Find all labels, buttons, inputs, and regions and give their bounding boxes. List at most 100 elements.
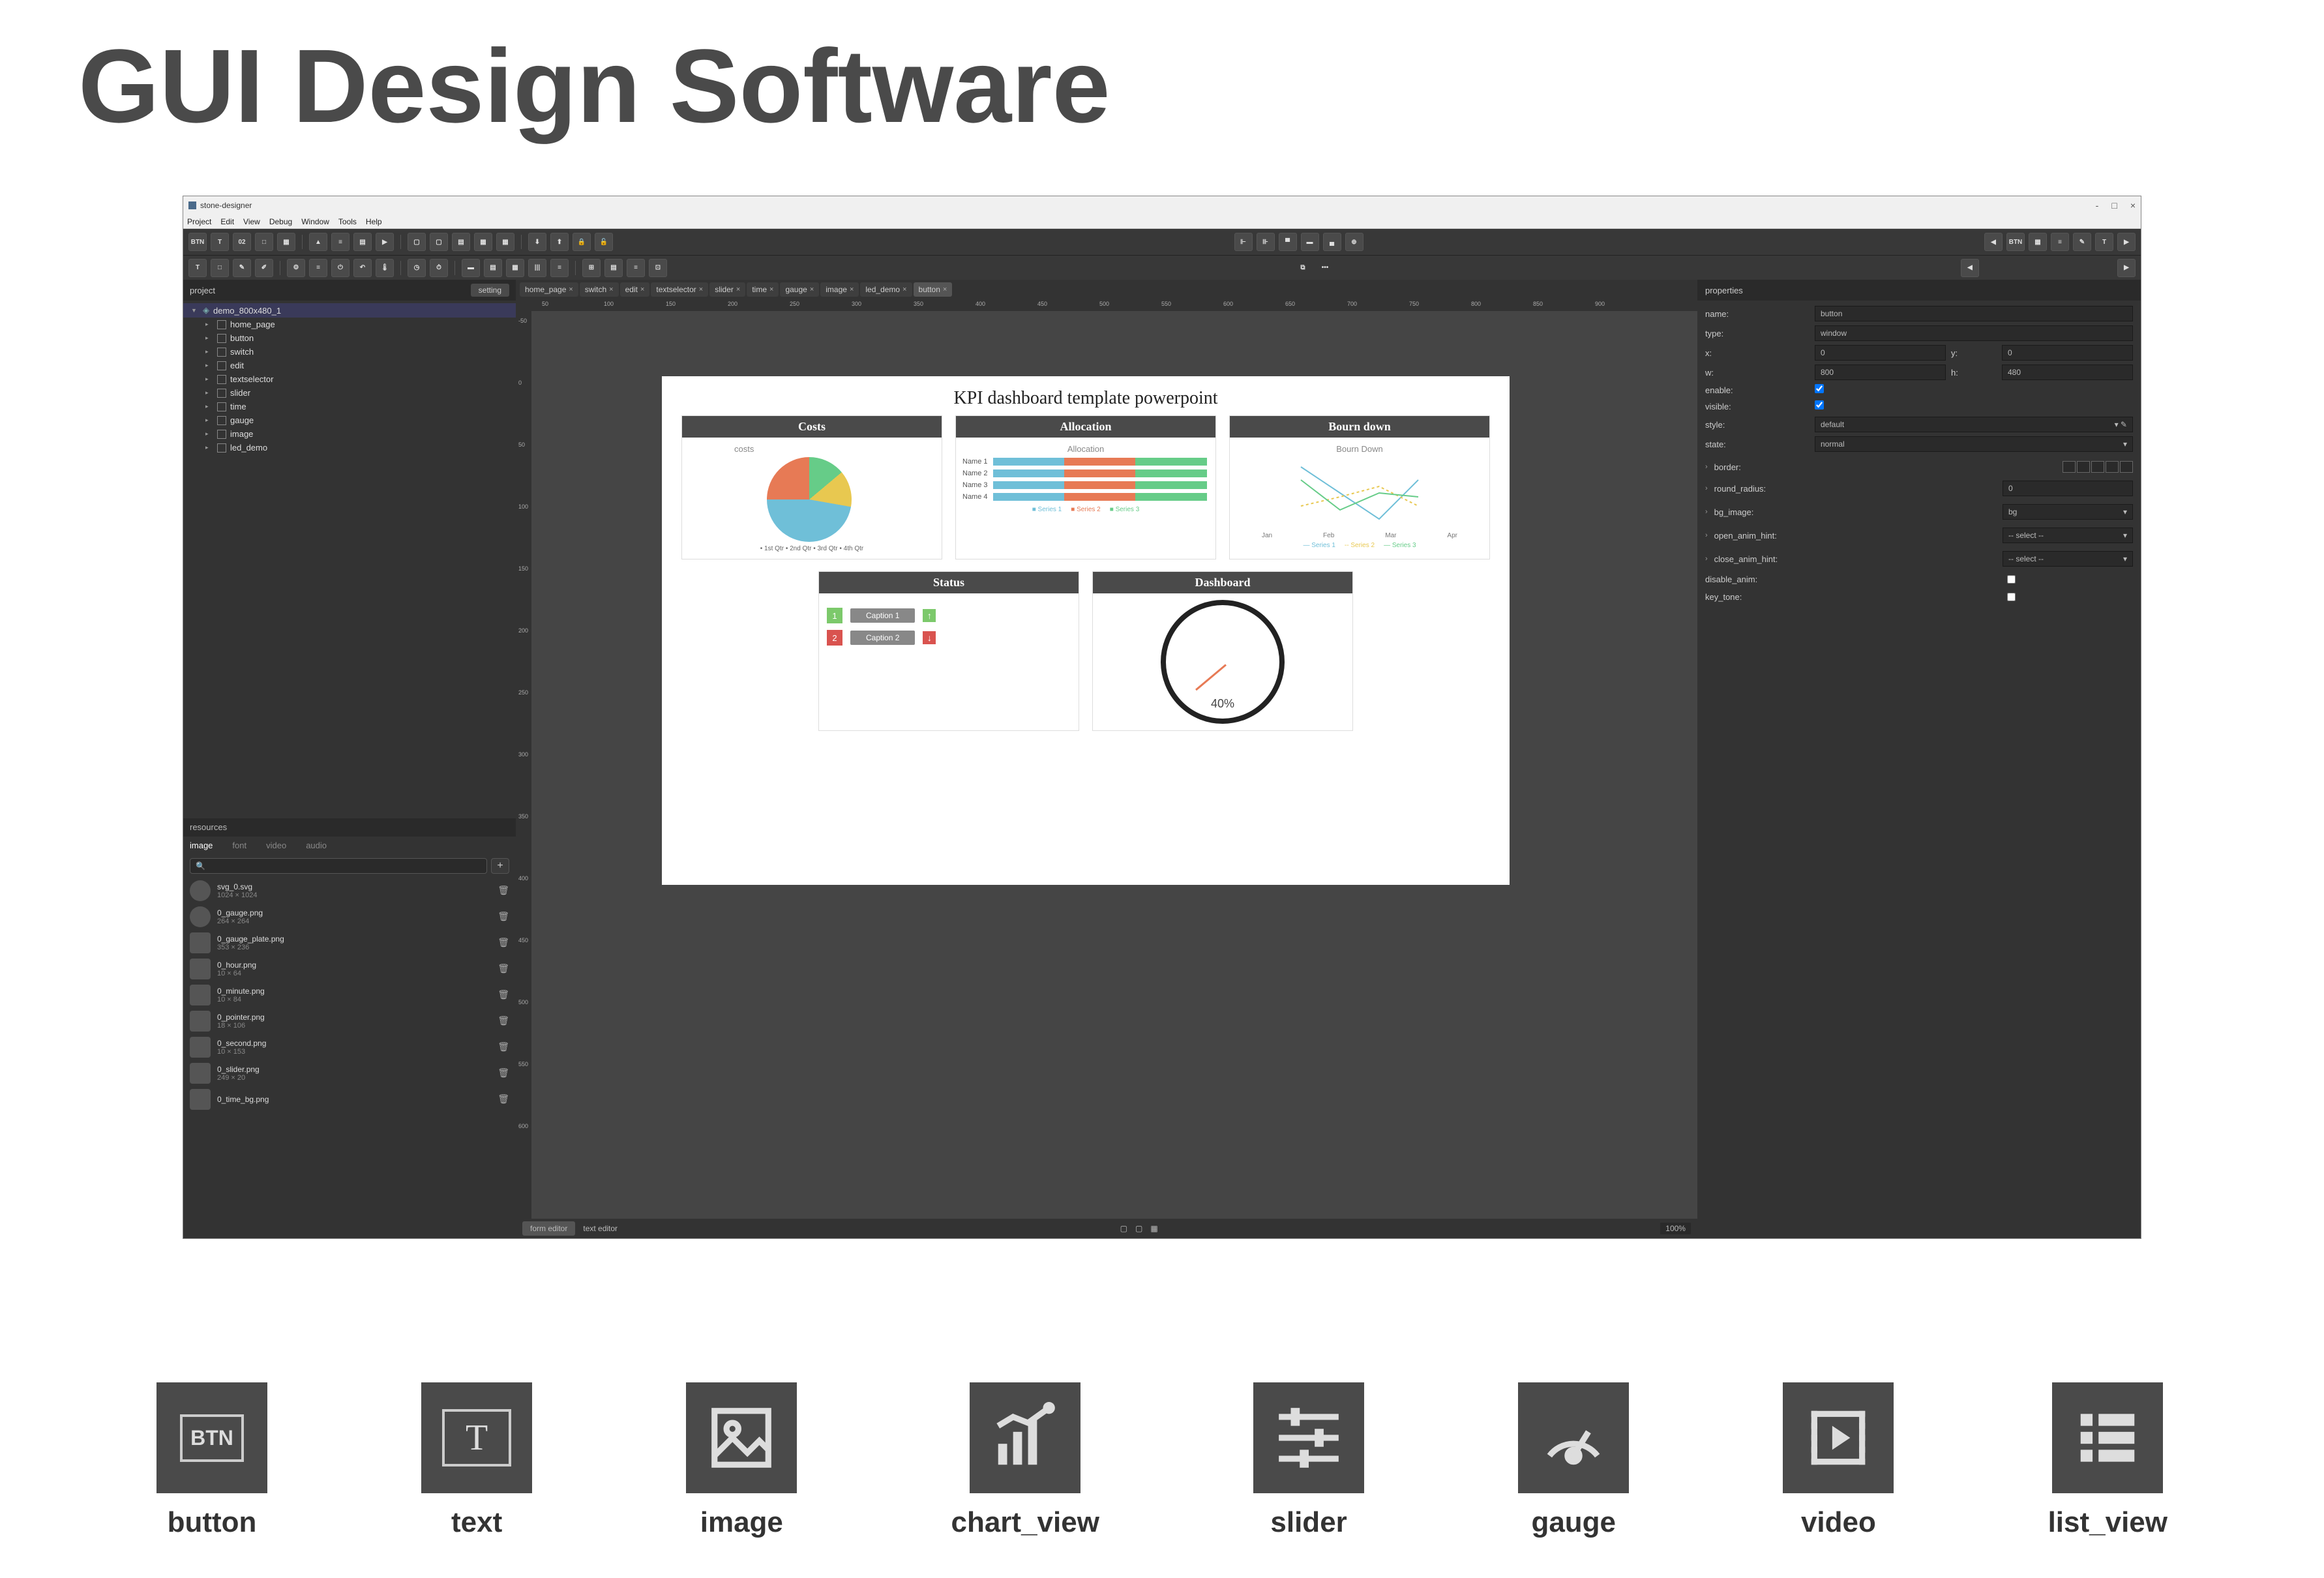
menu-tools[interactable]: Tools: [338, 217, 357, 226]
tb-image-icon[interactable]: ▢: [408, 233, 426, 251]
tab-text-editor[interactable]: text editor: [583, 1224, 618, 1233]
close-icon[interactable]: ×: [640, 286, 644, 293]
tb2-list-icon[interactable]: ≡: [627, 259, 645, 277]
resource-item[interactable]: 0_slider.png249 × 20🗑: [183, 1060, 516, 1086]
editor-tab[interactable]: edit×: [620, 282, 650, 297]
widget-list_view[interactable]: list_view: [2048, 1382, 2168, 1539]
resource-search-input[interactable]: [190, 858, 487, 874]
tree-item[interactable]: ▸led_demo: [183, 441, 516, 454]
prop-type-input[interactable]: [1815, 325, 2133, 341]
canvas[interactable]: KPI dashboard template powerpoint Costs …: [531, 311, 1697, 1219]
menu-window[interactable]: Window: [301, 217, 329, 226]
prop-style-select[interactable]: default▾ ✎: [1815, 417, 2133, 432]
tab-form-editor[interactable]: form editor: [522, 1221, 575, 1236]
tb-edit-icon[interactable]: ✎: [2073, 233, 2091, 251]
resource-item[interactable]: 0_minute.png10 × 84🗑: [183, 982, 516, 1008]
tb-download-icon[interactable]: ⬇: [528, 233, 546, 251]
tb-distribute-icon[interactable]: ⊕: [1345, 233, 1363, 251]
tree-item[interactable]: ▸gauge: [183, 413, 516, 427]
widget-slider[interactable]: slider: [1253, 1382, 1364, 1539]
design-surface[interactable]: KPI dashboard template powerpoint Costs …: [662, 376, 1510, 885]
tb2-clock-icon[interactable]: ◷: [408, 259, 426, 277]
prop-key-checkbox[interactable]: [2007, 593, 2016, 601]
tb-grid-icon[interactable]: ▦: [277, 233, 295, 251]
view-grid-icon[interactable]: ▦: [1150, 1224, 1157, 1233]
tb-box-icon[interactable]: □: [255, 233, 273, 251]
res-tab-audio[interactable]: audio: [306, 841, 327, 850]
close-icon[interactable]: ×: [810, 286, 814, 293]
widget-text[interactable]: Ttext: [421, 1382, 532, 1539]
tb2-text-icon[interactable]: T: [188, 259, 207, 277]
close-icon[interactable]: ×: [769, 286, 773, 293]
editor-tab[interactable]: switch×: [580, 282, 619, 297]
resource-item[interactable]: 0_hour.png10 × 64🗑: [183, 956, 516, 982]
editor-tab[interactable]: textselector×: [651, 282, 708, 297]
tb-nav-left-icon[interactable]: ◀: [1984, 233, 2003, 251]
tree-item[interactable]: ▸textselector: [183, 372, 516, 386]
tb2-nav-left-icon[interactable]: ◀: [1961, 259, 1979, 277]
tree-item[interactable]: ▸switch: [183, 345, 516, 359]
trash-icon[interactable]: 🗑: [498, 937, 509, 948]
maximize-button[interactable]: □: [2111, 200, 2117, 211]
tb-align-mid-icon[interactable]: ▬: [1301, 233, 1319, 251]
prop-close-anim-row[interactable]: › close_anim_hint: -- select --▾: [1697, 547, 2141, 571]
tb2-power-icon[interactable]: ⏻: [331, 259, 350, 277]
prop-close-select[interactable]: -- select --▾: [2003, 551, 2133, 567]
widget-chart_view[interactable]: chart_view: [951, 1382, 1099, 1539]
widget-video[interactable]: video: [1783, 1382, 1894, 1539]
prop-state-select[interactable]: normal▾: [1815, 436, 2133, 452]
tb2-nav-right-icon[interactable]: ▶: [2117, 259, 2136, 277]
tb2-box-icon[interactable]: □: [211, 259, 229, 277]
editor-tab[interactable]: gauge×: [780, 282, 819, 297]
tb2-settings-icon[interactable]: ⚙: [287, 259, 305, 277]
trash-icon[interactable]: 🗑: [498, 1015, 509, 1026]
tb2-crop-icon[interactable]: ⧉: [1294, 259, 1312, 277]
prop-round-input[interactable]: [2003, 481, 2133, 496]
tb2-eq-icon[interactable]: ≡: [309, 259, 327, 277]
widget-button[interactable]: BTNbutton: [156, 1382, 267, 1539]
tb-align-top-icon[interactable]: ▀: [1279, 233, 1297, 251]
border-swatches[interactable]: [2063, 461, 2133, 473]
editor-tab[interactable]: home_page×: [520, 282, 578, 297]
tb2-pencil-icon[interactable]: ✎: [233, 259, 251, 277]
resource-item[interactable]: 0_pointer.png18 × 106🗑: [183, 1008, 516, 1034]
tb-lock-icon[interactable]: 🔒: [573, 233, 591, 251]
tree-item[interactable]: ▸button: [183, 331, 516, 345]
editor-tab[interactable]: slider×: [709, 282, 745, 297]
tb-unlock-icon[interactable]: 🔓: [595, 233, 613, 251]
prop-name-input[interactable]: [1815, 306, 2133, 321]
prop-bg-select[interactable]: bg▾: [2003, 504, 2133, 520]
tb2-more-icon[interactable]: •••: [1316, 259, 1334, 277]
close-icon[interactable]: ×: [850, 286, 854, 293]
close-icon[interactable]: ×: [609, 286, 613, 293]
tb-grid2-icon[interactable]: ▤: [353, 233, 372, 251]
tb2-grid-icon[interactable]: ⊡: [649, 259, 667, 277]
tb-upload-icon[interactable]: ⬆: [550, 233, 569, 251]
editor-tab[interactable]: time×: [747, 282, 779, 297]
tb-img2-icon[interactable]: ▢: [430, 233, 448, 251]
trash-icon[interactable]: 🗑: [498, 1067, 509, 1079]
prop-h-input[interactable]: [2002, 365, 2133, 380]
tb2-undo-icon[interactable]: ↶: [353, 259, 372, 277]
tb-btn-widget[interactable]: BTN: [188, 233, 207, 251]
zoom-value[interactable]: 100%: [1660, 1223, 1691, 1234]
res-tab-font[interactable]: font: [232, 841, 246, 850]
tree-item[interactable]: ▸edit: [183, 359, 516, 372]
tb-grid3-icon[interactable]: ▦: [496, 233, 514, 251]
prop-open-anim-row[interactable]: › open_anim_hint: -- select --▾: [1697, 524, 2141, 547]
tree-item[interactable]: ▸time: [183, 400, 516, 413]
prop-visible-checkbox[interactable]: [1815, 400, 1824, 409]
tb-btn2-icon[interactable]: BTN: [2006, 233, 2025, 251]
menu-view[interactable]: View: [243, 217, 260, 226]
prop-enable-checkbox[interactable]: [1815, 384, 1824, 393]
trash-icon[interactable]: 🗑: [498, 911, 509, 922]
res-tab-image[interactable]: image: [190, 841, 213, 850]
trash-icon[interactable]: 🗑: [498, 989, 509, 1000]
tree-item[interactable]: ▸slider: [183, 386, 516, 400]
prop-x-input[interactable]: [1815, 345, 1946, 361]
tb-text-icon[interactable]: T: [211, 233, 229, 251]
resource-item[interactable]: 0_second.png10 × 153🗑: [183, 1034, 516, 1060]
tb2-layout5-icon[interactable]: ≡: [550, 259, 569, 277]
tb2-timer-icon[interactable]: ⏱: [430, 259, 448, 277]
menu-project[interactable]: Project: [187, 217, 211, 226]
